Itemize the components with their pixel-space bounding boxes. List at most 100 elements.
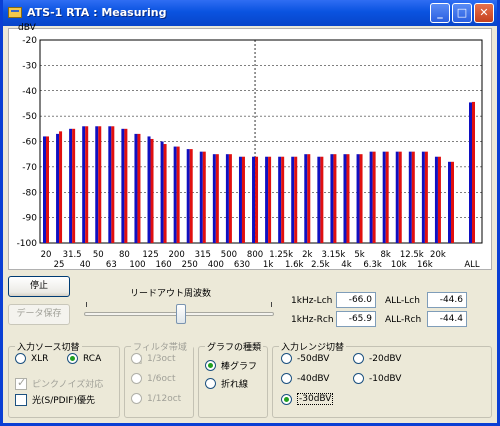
spectrum-bar [199,151,203,243]
x-tick-label: 630 [234,260,250,270]
readout-slider[interactable] [84,300,274,326]
filter-1-3oct-mark [131,353,142,364]
k1-lch-label: 1kHz-Lch [291,296,333,306]
x-tick-label: 20k [430,250,446,260]
spectrum-bar [434,156,438,243]
pink-noise-checkbox[interactable]: ピンクノイズ対応 [15,376,104,390]
bar-graph-radio[interactable]: 棒グラフ [205,359,257,372]
x-tick-label: 63 [106,260,117,270]
y-axis-label: dBV [18,23,37,33]
slider-thumb[interactable] [176,304,186,324]
spectrum-bar [147,136,151,243]
range-m50-radio[interactable]: -50dBV [281,353,329,364]
y-tick-label: -60 [22,138,37,148]
spectrum-bar [121,128,125,243]
input-source-group: 入力ソース切替 XLR RCA ピンクノイズ対応 光(S/PDIF)優先 [8,340,120,418]
all-lch-label: ALL-Lch [385,296,420,306]
input-range-title: 入力レンジ切替 [279,340,347,353]
all-lch-value: -44.6 [427,292,467,308]
y-tick-label: -50 [22,112,37,122]
spectrum-bar [385,151,389,243]
rca-label: RCA [83,353,102,364]
filter-1-6oct-radio[interactable]: 1/6oct [131,373,175,384]
x-tick-label: 10k [391,260,407,270]
spectrum-bar [160,141,164,243]
y-tick-label: -90 [22,214,37,224]
spectrum-bar [317,156,321,243]
spectrum-bar [369,151,373,243]
x-tick-label: 20 [41,250,52,260]
xlr-radio[interactable]: XLR [15,353,48,364]
y-tick-label: -20 [22,36,37,46]
range-m10-label: -10dBV [369,373,402,384]
spectrum-bar [356,154,360,243]
filter-1-12oct-radio[interactable]: 1/12oct [131,393,181,404]
spectrum-bar [304,154,308,243]
spectrum-bar [252,156,256,243]
line-graph-radio[interactable]: 折れ線 [205,377,248,390]
spectrum-bar [56,133,60,243]
spectrum-bar [98,126,102,243]
line-graph-radio-mark [205,378,216,389]
xlr-label: XLR [31,353,49,364]
spectrum-bar [163,144,167,243]
optical-check-mark [15,393,27,406]
spectrum-bar [268,156,272,243]
range-m10-radio[interactable]: -10dBV [353,373,401,384]
range-m50-mark [281,353,292,364]
spectrum-bar [448,161,451,243]
spectrum-bar [372,151,376,243]
spectrum-bar [333,154,337,243]
readout-slider-label: リードアウト周波数 [130,289,212,299]
spectrum-bar [307,154,311,243]
spectrum-bar [359,154,363,243]
spectrum-bar [278,156,282,243]
all-label: ALL [464,260,480,270]
x-tick-label: 25 [54,260,65,270]
spectrum-bar [134,133,138,243]
input-source-title: 入力ソース切替 [15,340,82,353]
spectrum-bar [238,156,242,243]
filter-1-12oct-mark [131,393,142,404]
range-m20-radio[interactable]: -20dBV [353,353,401,364]
y-tick-label: -100 [17,239,38,249]
spectrum-bar [395,151,399,243]
x-tick-label: 2.5k [311,260,330,270]
spectrum-bar [265,156,269,243]
x-tick-label: 5k [354,250,364,260]
k1-rch-value: -65.9 [336,311,376,327]
k1-rch-label: 1kHz-Rch [291,315,334,325]
slider-tick [86,302,87,307]
rca-radio[interactable]: RCA [67,353,101,364]
x-tick-label: 125 [142,250,158,260]
spectrum-bar [189,149,193,243]
save-data-button[interactable]: データ保存 [8,304,70,325]
filter-1-3oct-label: 1/3oct [147,353,176,364]
line-graph-label: 折れ線 [221,380,249,390]
spectrum-bar [320,156,324,243]
spectrum-bar [124,128,128,243]
spectrum-bar [85,126,89,243]
range-m40-radio[interactable]: -40dBV [281,373,329,384]
range-m40-label: -40dBV [297,373,330,384]
spectrum-bar [137,133,141,243]
range-m30-radio[interactable]: -30dBV [281,393,334,405]
stop-button[interactable]: 停止 [8,276,70,297]
spectrum-bar [346,154,350,243]
spectrum-bar [398,151,402,243]
x-tick-label: 50 [93,250,104,260]
x-tick-label: 100 [129,260,145,270]
range-m20-mark [353,353,364,364]
optical-checkbox[interactable]: 光(S/PDIF)優先 [15,393,95,406]
x-tick-label: 1.25k [269,250,293,260]
filter-1-3oct-radio[interactable]: 1/3oct [131,353,175,364]
x-tick-label: 400 [208,260,224,270]
spectrum-bar [150,138,154,243]
pink-noise-label: ピンクノイズ対応 [32,380,104,390]
spectrum-bar [343,154,347,243]
spectrum-bar [43,136,46,243]
spectrum-bar [72,128,76,243]
spectrum-bar [173,146,177,243]
spectrum-bar [411,151,415,243]
spectrum-bar [108,126,112,243]
